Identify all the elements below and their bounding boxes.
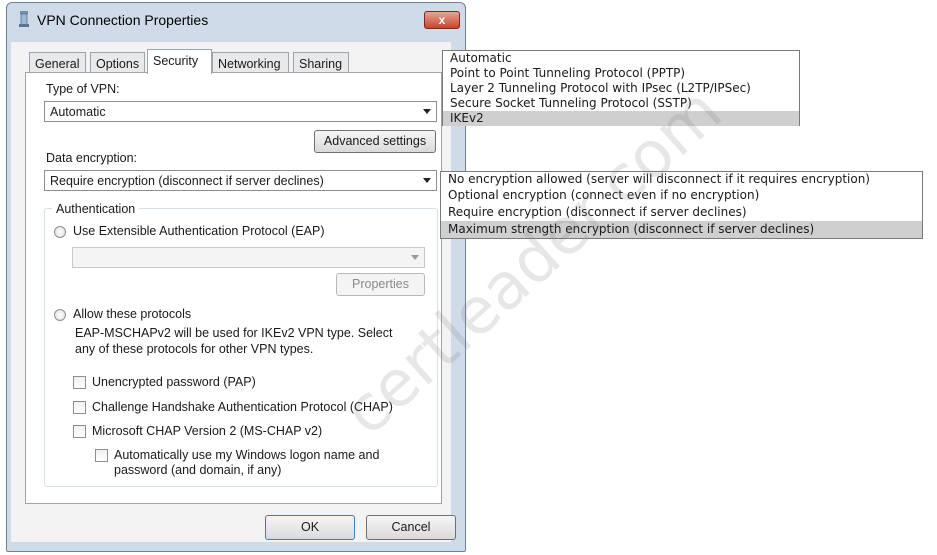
eap-radio-label: Use Extensible Authentication Protocol (…	[73, 224, 325, 238]
auto-logon-label-line2: password (and domain, if any)	[114, 463, 282, 477]
allow-protocols-note-line2: any of these protocols for other VPN typ…	[75, 342, 314, 356]
vpn-type-option-selected[interactable]: IKEv2	[443, 111, 799, 126]
vpn-type-value: Automatic	[50, 105, 106, 119]
vpn-type-dropdown-list: Automatic Point to Point Tunneling Proto…	[442, 50, 800, 126]
cancel-button[interactable]: Cancel	[366, 515, 456, 540]
advanced-settings-button[interactable]: Advanced settings	[314, 130, 436, 153]
mschapv2-label: Microsoft CHAP Version 2 (MS-CHAP v2)	[92, 424, 323, 438]
chap-checkbox[interactable]	[73, 401, 86, 414]
close-icon: x	[438, 13, 446, 27]
tab-security[interactable]: Security	[147, 49, 212, 74]
chevron-down-icon	[411, 255, 419, 260]
pap-label: Unencrypted password (PAP)	[92, 375, 256, 389]
tab-networking[interactable]: Networking	[212, 52, 289, 73]
auto-logon-label-line1: Automatically use my Windows logon name …	[114, 448, 380, 462]
eap-properties-button[interactable]: Properties	[336, 273, 425, 296]
allow-protocols-radio[interactable]	[54, 309, 66, 321]
tab-label: Sharing	[299, 57, 343, 71]
network-connection-icon	[19, 11, 29, 27]
vpn-type-option[interactable]: Automatic	[443, 51, 799, 66]
mschapv2-checkbox[interactable]	[73, 425, 86, 438]
window-title: VPN Connection Properties	[37, 12, 209, 28]
data-encryption-label: Data encryption:	[46, 151, 138, 165]
authentication-group-label: Authentication	[52, 202, 140, 216]
pap-checkbox[interactable]	[73, 376, 86, 389]
vpn-type-option[interactable]: Point to Point Tunneling Protocol (PPTP)	[443, 66, 799, 81]
tab-sharing[interactable]: Sharing	[293, 52, 349, 73]
tab-label: Security	[153, 54, 199, 68]
tab-general[interactable]: General	[29, 52, 86, 73]
close-button[interactable]: x	[424, 11, 460, 29]
vpn-type-select[interactable]: Automatic	[44, 101, 437, 122]
eap-radio[interactable]	[54, 226, 66, 238]
encryption-option[interactable]: Optional encryption (connect even if no …	[441, 187, 922, 204]
vpn-type-label: Type of VPN:	[46, 82, 120, 96]
allow-protocols-note-line1: EAP-MSCHAPv2 will be used for IKEv2 VPN …	[75, 326, 393, 340]
eap-method-select[interactable]	[72, 247, 425, 268]
tab-label: General	[35, 57, 80, 71]
allow-protocols-label: Allow these protocols	[73, 307, 192, 321]
encryption-option[interactable]: Require encryption (disconnect if server…	[441, 204, 922, 221]
chevron-down-icon	[423, 109, 431, 114]
chevron-down-icon	[423, 178, 431, 183]
data-encryption-value: Require encryption (disconnect if server…	[50, 174, 324, 188]
vpn-type-option[interactable]: Layer 2 Tunneling Protocol with IPsec (L…	[443, 81, 799, 96]
vpn-type-option[interactable]: Secure Socket Tunneling Protocol (SSTP)	[443, 96, 799, 111]
tab-label: Options	[96, 57, 140, 71]
ok-button[interactable]: OK	[265, 515, 355, 540]
title-bar[interactable]: VPN Connection Properties x	[7, 3, 465, 33]
tab-options[interactable]: Options	[90, 52, 145, 73]
encryption-dropdown-list: No encryption allowed (server will disco…	[440, 171, 923, 239]
tab-label: Networking	[218, 57, 281, 71]
auto-logon-checkbox[interactable]	[95, 449, 108, 462]
data-encryption-select[interactable]: Require encryption (disconnect if server…	[44, 170, 437, 191]
